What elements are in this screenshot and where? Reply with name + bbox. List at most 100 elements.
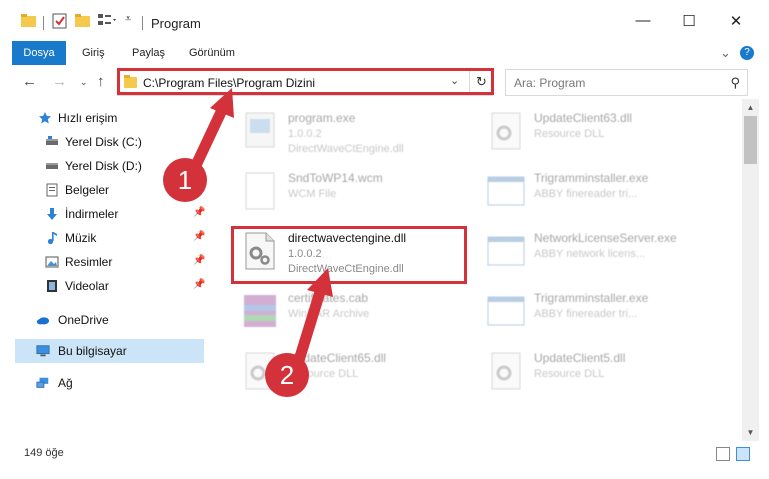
details-view-icon[interactable] [716,447,730,461]
file-name: UpdateClient5.dll [534,351,626,365]
nav-label: Yerel Disk (D:) [65,159,142,173]
star-icon [39,112,51,124]
pin-icon[interactable]: 📌 [193,207,205,218]
file-type: Resource DLL [534,368,605,380]
up-icon[interactable]: ↑ [97,73,105,90]
recent-locations-icon[interactable]: ⌄ [80,77,88,88]
scroll-thumb[interactable] [744,116,757,164]
window-title: Program [151,16,201,31]
file-name: NetworkLicenseServer.exe [534,231,677,245]
pictures-icon [45,256,59,268]
dll-icon [491,112,521,150]
search-icon[interactable]: ⚲ [730,75,740,91]
nav-label: Bu bilgisayar [58,344,127,358]
file-item[interactable]: program.exe 1.0.0.2 DirectWaveCtEngine.d… [232,103,472,159]
nav-label: İndirmeler [65,207,119,221]
minimize-button[interactable]: — [620,0,666,41]
scroll-down-icon[interactable]: ▼ [742,424,759,441]
nav-item-downloads[interactable]: İndirmeler 📌 [0,202,208,226]
file-name: Trigramminstaller.exe [534,291,649,305]
pin-icon[interactable]: 📌 [193,255,205,266]
music-icon [47,232,57,245]
computer-icon [36,345,50,357]
title-bar: ⩡ Program — ☐ ✕ [0,0,769,41]
file-version: 1.0.0.2 [288,128,322,140]
drive-icon [46,163,58,169]
file-name: Trigramminstaller.exe [534,171,649,185]
file-item[interactable]: certificates.cab WinRAR Archive [232,283,472,339]
window-icon [487,296,525,326]
network-icon [36,377,49,388]
tab-view[interactable]: Görünüm [189,41,235,65]
expand-ribbon-icon[interactable]: ⌄ [720,41,731,65]
tiles-view-icon[interactable] [736,447,750,461]
scroll-up-icon[interactable]: ▲ [742,99,759,116]
nav-item-videos[interactable]: Videolar 📌 [0,274,208,298]
file-name: SndToWP14.wcm [288,171,383,185]
help-icon[interactable]: ? [740,46,754,60]
folder-icon [21,13,37,27]
archive-icon [244,295,276,327]
item-count: 149 öğe [24,447,64,459]
properties-icon[interactable] [52,13,68,29]
view-options-icon[interactable] [98,13,118,27]
file-description: ABBY network licens... [534,248,646,260]
forward-icon[interactable]: → [52,73,67,90]
status-bar: 149 öğe [0,441,769,479]
file-name: UpdateClient63.dll [534,111,633,125]
file-description: ABBY finereader tri... [534,188,638,200]
file-name: program.exe [288,111,356,125]
step-2-badge: 2 [265,353,309,397]
file-icon [245,172,275,210]
nav-label: Belgeler [65,183,110,197]
pin-icon[interactable]: 📌 [193,279,205,290]
nav-item-pictures[interactable]: Resimler 📌 [0,250,208,274]
nav-item-this-pc[interactable]: Bu bilgisayar [15,339,204,363]
file-item[interactable]: UpdateClient63.dll Resource DLL [478,103,718,159]
close-button[interactable]: ✕ [713,0,759,41]
window-icon [487,236,525,266]
tab-home[interactable]: Giriş [82,41,105,65]
file-highlight [231,226,467,284]
file-type: WCM File [288,188,337,200]
nav-label: Ağ [58,376,73,390]
video-icon [47,280,57,292]
vertical-scrollbar[interactable]: ▲ ▼ [742,99,759,441]
drive-icon [46,136,58,145]
file-description: DirectWaveCtEngine.dll [288,143,404,155]
nav-label: Resimler [65,255,113,269]
download-icon [47,208,57,220]
search-input[interactable]: Ara: Program ⚲ [505,69,748,96]
file-item[interactable]: Trigramminstaller.exe ABBY finereader tr… [478,163,718,219]
nav-label: Videolar [65,279,109,293]
pin-icon[interactable]: 📌 [193,231,205,242]
cloud-icon [36,317,50,325]
tab-share[interactable]: Paylaş [132,41,165,65]
file-type: Resource DLL [534,128,605,140]
file-item[interactable]: Trigramminstaller.exe ABBY finereader tr… [478,283,718,339]
customize-toolbar-icon[interactable]: ⩡ [125,13,131,26]
window-icon [487,176,525,206]
search-placeholder: Ara: Program [514,76,586,90]
tab-file[interactable]: Dosya [12,41,66,65]
file-item[interactable]: UpdateClient5.dll Resource DLL [478,343,718,399]
file-description: ABBY finereader tri... [534,308,638,320]
nav-item-music[interactable]: Müzik 📌 [0,226,208,250]
separator [43,16,44,30]
new-folder-icon[interactable] [75,13,91,27]
dll-icon [491,352,521,390]
documents-icon [46,183,58,197]
maximize-button[interactable]: ☐ [666,0,712,41]
exe-icon [245,112,275,148]
back-icon[interactable]: ← [22,73,37,90]
file-item[interactable]: SndToWP14.wcm WCM File [232,163,472,219]
nav-label: Müzik [65,231,97,245]
nav-item-network[interactable]: Ağ [0,371,208,395]
nav-item-drive-c[interactable]: Yerel Disk (C:) [0,130,208,154]
nav-item-quick-access[interactable]: Hızlı erişim [0,106,208,130]
address-highlight [117,68,494,95]
file-item[interactable]: NetworkLicenseServer.exe ABBY network li… [478,223,718,279]
nav-item-onedrive[interactable]: OneDrive [0,308,208,332]
nav-label: OneDrive [58,313,109,327]
step-1-badge: 1 [163,158,207,202]
